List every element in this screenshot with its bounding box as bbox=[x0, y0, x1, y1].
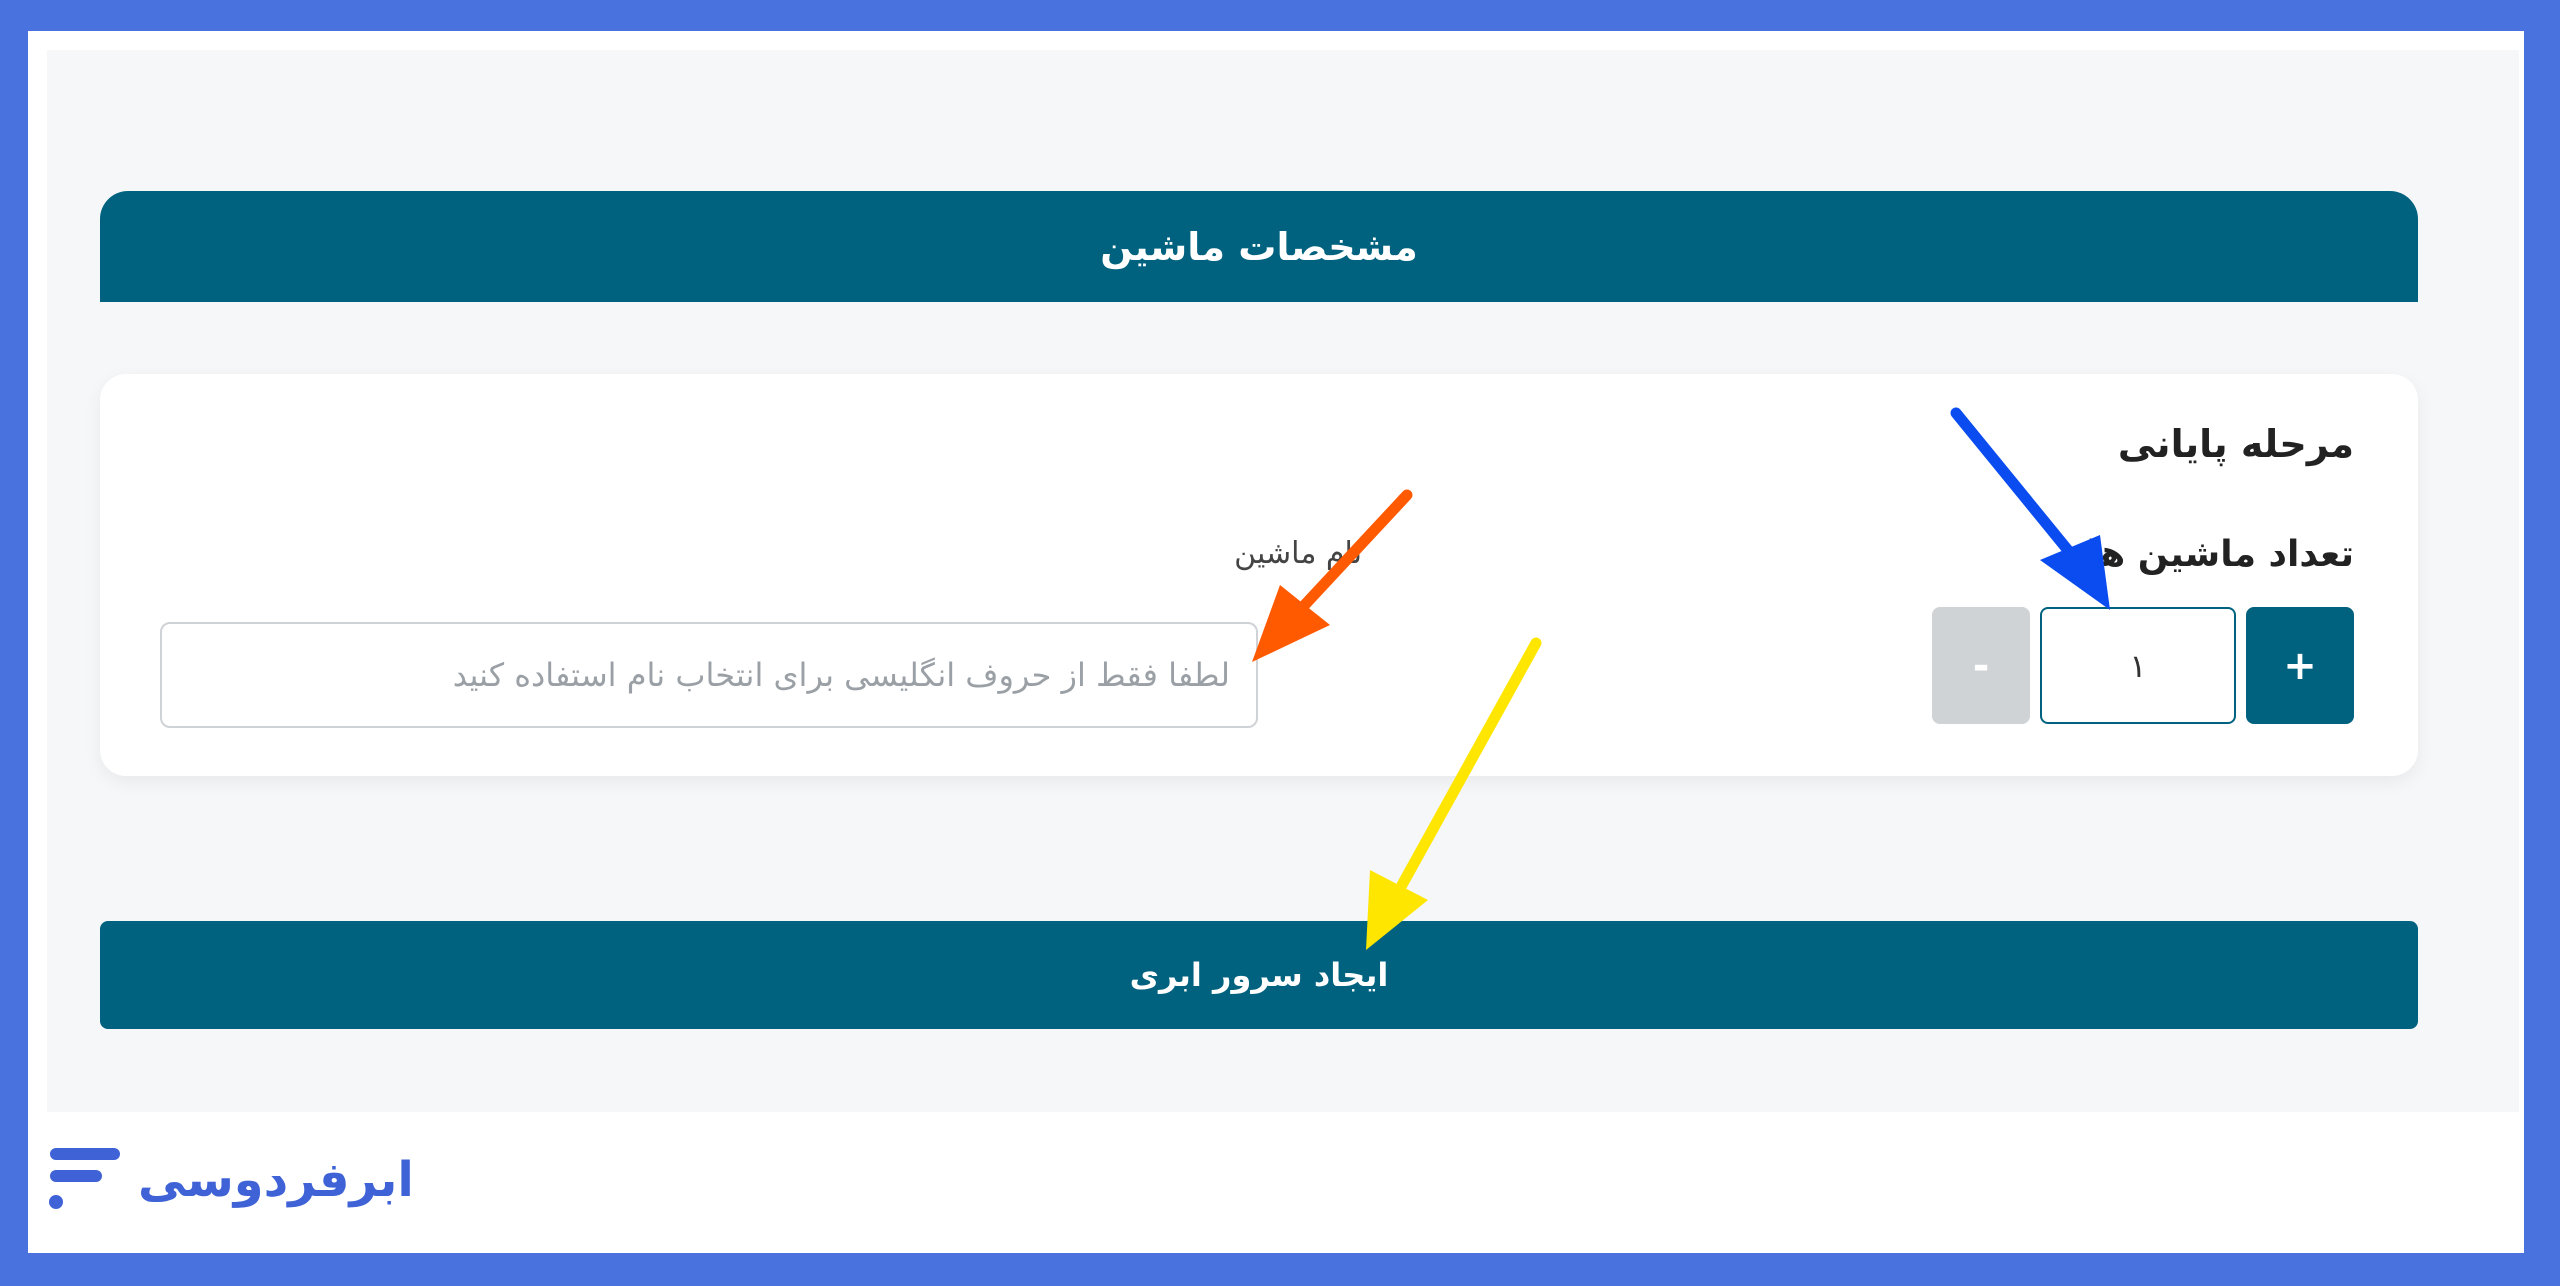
decrement-button[interactable]: - bbox=[1932, 607, 2030, 724]
stage-title: مرحله پایانی bbox=[2117, 422, 2354, 466]
machine-name-label: نام ماشین bbox=[1234, 536, 1362, 571]
card-header: مشخصات ماشین bbox=[100, 191, 2418, 302]
brand: ابرفردوسی bbox=[48, 1140, 414, 1220]
machine-settings-panel: مرحله پایانی تعداد ماشین ها + - نام ماشی… bbox=[100, 374, 2418, 776]
machine-count-label: تعداد ماشین ها bbox=[2086, 534, 2354, 575]
brand-name: ابرفردوسی bbox=[138, 1152, 414, 1208]
brand-logo-icon bbox=[49, 1148, 120, 1209]
create-cloud-server-button[interactable]: ایجاد سرور ابری bbox=[100, 921, 2418, 1029]
machine-name-input[interactable] bbox=[160, 622, 1258, 728]
quantity-input[interactable] bbox=[2040, 607, 2236, 724]
quantity-stepper: + - bbox=[1932, 607, 2354, 724]
increment-button[interactable]: + bbox=[2246, 607, 2354, 724]
page-title: مشخصات ماشین bbox=[1100, 224, 1418, 269]
